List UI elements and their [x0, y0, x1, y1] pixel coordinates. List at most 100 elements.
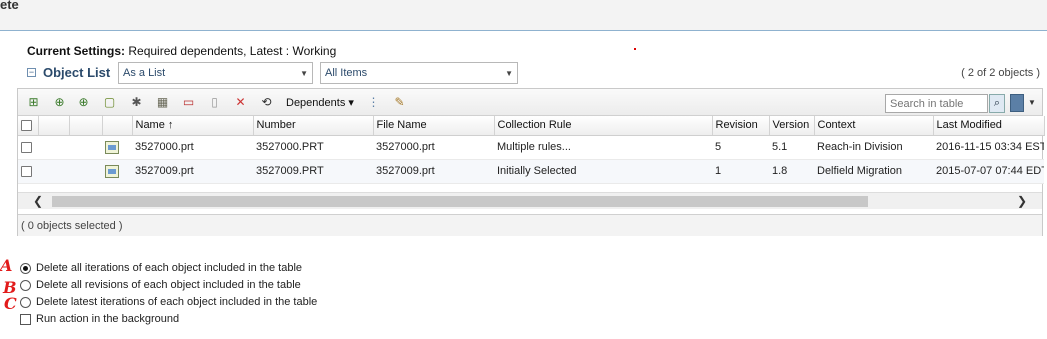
add-objects-icon[interactable]: ⊕: [52, 95, 67, 110]
search-input[interactable]: [885, 94, 988, 113]
red-dot-mark: [634, 48, 636, 50]
column-name-label: Name: [135, 119, 165, 132]
object-count: ( 2 of 2 objects ): [961, 67, 1040, 79]
add-document-icon[interactable]: ▢: [102, 95, 117, 110]
current-settings-label: Current Settings:: [27, 44, 126, 58]
table-toolbar: ⊞ ⊕ ⊕ ▢ ✱ ▦ ▭ ▯ ✕ ⟲ Dependents ▾ ⋮ ✎ ⌕ ▼: [18, 89, 1042, 116]
option-delete-all-revisions-label: Delete all revisions of each object incl…: [36, 279, 301, 291]
window-header: ete: [0, 0, 1047, 31]
column-header-name[interactable]: Name ↑: [132, 116, 254, 136]
table-header-row: Name ↑ Number File Name Collection Rule …: [18, 116, 1045, 136]
cell-name: 3527009.prt: [132, 159, 253, 184]
column-header-collection-rule[interactable]: Collection Rule: [494, 116, 713, 136]
row-blank-2: [69, 159, 102, 184]
current-settings: Current Settings: Required dependents, L…: [27, 44, 336, 58]
selection-status: ( 0 objects selected ): [18, 214, 1042, 236]
annotation-c: C: [4, 294, 17, 313]
cad-part-icon: [105, 140, 119, 154]
column-header-revision[interactable]: Revision: [712, 116, 770, 136]
select-all-checkbox[interactable]: [21, 119, 32, 131]
cell-collection-rule[interactable]: Initially Selected: [494, 159, 712, 184]
header-blank-3: [102, 116, 133, 136]
cell-name: 3527000.prt: [132, 135, 253, 160]
cad-part-icon: [105, 164, 119, 178]
row-select-cell[interactable]: [18, 135, 38, 160]
cell-context: Delfield Migration: [814, 159, 933, 184]
search-icon[interactable]: ⌕: [989, 94, 1005, 113]
view-select-value: As a List: [123, 67, 166, 79]
dependents-label: Dependents: [286, 97, 346, 109]
checkbox-run-in-background[interactable]: [20, 313, 31, 325]
row-blank-1: [38, 135, 69, 160]
clear-icon[interactable]: ▯: [207, 95, 222, 110]
option-delete-all-revisions[interactable]: Delete all revisions of each object incl…: [20, 279, 301, 291]
chevron-down-icon[interactable]: ▼: [1028, 98, 1036, 107]
filter-select[interactable]: All Items ▼: [320, 62, 518, 84]
chevron-down-icon: ▼: [505, 69, 513, 78]
row-select-cell[interactable]: [18, 159, 38, 184]
scroll-right-icon[interactable]: ❯: [1017, 194, 1027, 208]
cell-last-modified: 2015-07-07 07:44 EDT: [933, 159, 1044, 184]
row-blank-2: [69, 135, 102, 160]
cell-number: 3527000.PRT: [253, 135, 373, 160]
select-all-cell[interactable]: [18, 116, 39, 136]
horizontal-scrollbar[interactable]: ❮ ❯: [18, 192, 1042, 209]
collect-icon[interactable]: ✱: [129, 95, 144, 110]
cell-last-modified: 2016-11-15 03:34 EST: [933, 135, 1044, 160]
cell-version: 1.8: [769, 159, 814, 184]
header-blank-2: [69, 116, 103, 136]
delete-icon[interactable]: ✕: [233, 95, 248, 110]
header-blank-1: [38, 116, 70, 136]
radio-delete-all-revisions[interactable]: [20, 279, 31, 291]
sort-ascending-icon: ↑: [167, 119, 174, 132]
option-delete-latest-iterations-label: Delete latest iterations of each object …: [36, 296, 318, 308]
structure-icon[interactable]: ⋮: [366, 95, 381, 110]
radio-delete-all-iterations[interactable]: [20, 262, 31, 274]
row-checkbox[interactable]: [21, 141, 32, 153]
cell-revision: 5: [712, 135, 769, 160]
option-delete-latest-iterations[interactable]: Delete latest iterations of each object …: [20, 296, 317, 308]
object-list-title: Object List: [43, 65, 111, 80]
row-checkbox[interactable]: [21, 165, 32, 177]
window-title: ete: [0, 0, 19, 12]
grid-view-icon[interactable]: ▦: [155, 95, 170, 110]
radio-delete-latest-iterations[interactable]: [20, 296, 31, 308]
object-list-header: − Object List As a List ▼ All Items ▼ ( …: [25, 62, 1043, 84]
dependents-menu[interactable]: Dependents ▾: [286, 96, 354, 109]
insert-tree-icon[interactable]: ⊞: [26, 95, 41, 110]
annotation-a: A: [0, 256, 13, 275]
cell-revision: 1: [712, 159, 769, 184]
filter-select-value: All Items: [325, 67, 368, 79]
row-blank-1: [38, 159, 69, 184]
column-header-context[interactable]: Context: [814, 116, 934, 136]
option-run-in-background[interactable]: Run action in the background: [20, 313, 179, 325]
column-header-number[interactable]: Number: [253, 116, 374, 136]
cell-number: 3527009.PRT: [253, 159, 373, 184]
chevron-down-icon: ▼: [300, 69, 308, 78]
table-views-icon[interactable]: [1010, 94, 1024, 112]
column-header-version[interactable]: Version: [769, 116, 815, 136]
edit-icon[interactable]: ✎: [392, 95, 407, 110]
current-settings-value: Required dependents, Latest : Working: [128, 44, 337, 58]
scroll-left-icon[interactable]: ❮: [33, 194, 43, 208]
cell-file-name: 3527000.prt: [373, 135, 494, 160]
refresh-icon[interactable]: ⟲: [259, 95, 274, 110]
view-select[interactable]: As a List ▼: [118, 62, 313, 84]
scrollbar-thumb[interactable]: [52, 196, 868, 207]
row-type-cell: [102, 159, 132, 184]
cell-context: Reach-in Division: [814, 135, 933, 160]
remove-icon[interactable]: ▭: [181, 95, 196, 110]
add-dependents-icon[interactable]: ⊕: [76, 95, 91, 110]
table-row[interactable]: 3527009.prt 3527009.PRT 3527009.prt Init…: [18, 159, 1044, 184]
cell-file-name: 3527009.prt: [373, 159, 494, 184]
column-header-last-modified[interactable]: Last Modified: [933, 116, 1045, 136]
option-run-in-background-label: Run action in the background: [36, 313, 180, 325]
column-header-file-name[interactable]: File Name: [373, 116, 495, 136]
cell-version: 5.1: [769, 135, 814, 160]
option-delete-all-iterations[interactable]: Delete all iterations of each object inc…: [20, 262, 302, 274]
cell-collection-rule[interactable]: Multiple rules...: [494, 135, 712, 160]
table-row[interactable]: 3527000.prt 3527000.PRT 3527000.prt Mult…: [18, 135, 1044, 160]
collapse-icon[interactable]: −: [27, 68, 36, 77]
row-type-cell: [102, 135, 132, 160]
object-table: Name ↑ Number File Name Collection Rule …: [18, 116, 1045, 184]
